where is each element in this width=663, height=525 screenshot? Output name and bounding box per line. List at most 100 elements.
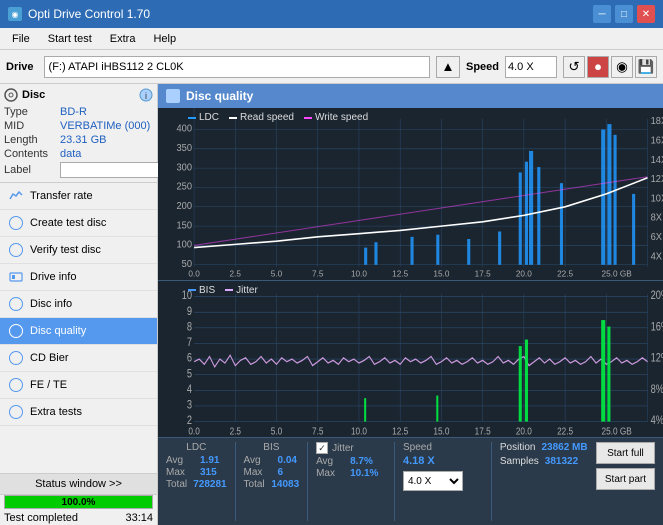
svg-text:18X: 18X	[651, 116, 663, 127]
content-area: Disc quality LDC Read speed Wr	[158, 84, 663, 525]
transfer-rate-icon	[8, 188, 24, 204]
svg-text:i: i	[145, 91, 147, 101]
minimize-button[interactable]: ─	[593, 5, 611, 23]
sidebar: Disc i Type BD-R MID VERBATIMe (000) Len…	[0, 84, 158, 525]
svg-text:22.5: 22.5	[557, 268, 573, 278]
speed-select[interactable]: 4.0 X	[505, 56, 557, 78]
svg-text:300: 300	[177, 162, 192, 173]
verify-test-disc-icon	[8, 242, 24, 258]
disc-info-icon	[8, 296, 24, 312]
disc-label-label: Label	[4, 164, 56, 176]
svg-text:2.5: 2.5	[230, 424, 241, 436]
svg-text:250: 250	[177, 181, 192, 192]
bis-max: 6	[278, 467, 284, 478]
disc-type-label: Type	[4, 106, 56, 118]
speed-icon-btn-4[interactable]: 💾	[635, 56, 657, 78]
nav-item-drive-info[interactable]: Drive info	[0, 264, 157, 291]
jitter-checkbox[interactable]: ✓	[316, 442, 328, 454]
nav-items: Transfer rate Create test disc Verify te…	[0, 183, 157, 426]
speed-icon-btn-2[interactable]: ●	[587, 56, 609, 78]
svg-text:4%: 4%	[651, 414, 663, 427]
menu-file[interactable]: File	[4, 31, 38, 47]
total-label-bis: Total	[244, 479, 268, 490]
max-label-jitter: Max	[316, 468, 346, 479]
nav-item-transfer-rate[interactable]: Transfer rate	[0, 183, 157, 210]
close-button[interactable]: ✕	[637, 5, 655, 23]
svg-text:12.5: 12.5	[392, 424, 408, 436]
nav-item-disc-quality[interactable]: Disc quality	[0, 318, 157, 345]
svg-text:7.5: 7.5	[312, 268, 324, 278]
nav-disc-info-label: Disc info	[30, 298, 72, 310]
position-value: 23862 MB	[541, 442, 587, 453]
title-bar: ◉ Opti Drive Control 1.70 ─ □ ✕	[0, 0, 663, 28]
svg-text:5.0: 5.0	[271, 268, 283, 278]
nav-item-fe-te[interactable]: FE / TE	[0, 372, 157, 399]
svg-text:9: 9	[187, 305, 192, 318]
chart-top-svg: 400 350 300 250 200 150 100 50 18X 16X 1…	[158, 108, 663, 280]
bis-avg: 0.04	[278, 455, 297, 466]
start-part-button[interactable]: Start part	[596, 468, 655, 490]
fe-te-icon	[8, 377, 24, 393]
drive-select[interactable]: (F:) ATAPI iHBS112 2 CL0K	[44, 56, 430, 78]
avg-label-jitter: Avg	[316, 456, 346, 467]
menu-extra[interactable]: Extra	[102, 31, 144, 47]
nav-transfer-rate-label: Transfer rate	[30, 190, 93, 202]
menu-help[interactable]: Help	[145, 31, 184, 47]
bis-total: 14083	[271, 479, 299, 490]
svg-text:4: 4	[187, 383, 192, 396]
svg-text:10.0: 10.0	[351, 424, 367, 436]
svg-text:17.5: 17.5	[475, 424, 491, 436]
disc-type-value: BD-R	[60, 106, 87, 118]
disc-panel-icon	[4, 88, 18, 102]
speed-icon-btn-3[interactable]: ◉	[611, 56, 633, 78]
ldc-total: 728281	[193, 479, 226, 490]
svg-text:12X: 12X	[651, 174, 663, 185]
jitter-header: Jitter	[332, 443, 354, 454]
legend-write-speed: Write speed	[315, 112, 368, 123]
speed-label: Speed	[466, 61, 499, 73]
speed-dropdown[interactable]: 4.0 X	[403, 471, 463, 491]
disc-expand-icon[interactable]: i	[139, 88, 153, 102]
samples-value: 381322	[545, 456, 578, 467]
svg-text:5.0: 5.0	[271, 424, 282, 436]
speed-avg-val: 4.18 X	[403, 455, 435, 467]
start-full-button[interactable]: Start full	[596, 442, 655, 464]
position-label: Position	[500, 442, 536, 453]
drive-eject-button[interactable]: ▲	[436, 56, 460, 78]
menu-start-test[interactable]: Start test	[40, 31, 100, 47]
status-window-button[interactable]: Status window >>	[0, 474, 157, 495]
disc-contents-value: data	[60, 148, 81, 160]
svg-text:20%: 20%	[651, 289, 663, 302]
chart-header: Disc quality	[158, 84, 663, 108]
svg-text:12.5: 12.5	[392, 268, 408, 278]
status-text: Test completed	[4, 512, 78, 524]
jitter-avg: 8.7%	[350, 456, 373, 467]
svg-text:150: 150	[177, 220, 192, 231]
svg-text:14X: 14X	[651, 155, 663, 166]
nav-item-extra-tests[interactable]: Extra tests	[0, 399, 157, 426]
chart-top: LDC Read speed Write speed	[158, 108, 663, 281]
maximize-button[interactable]: □	[615, 5, 633, 23]
progress-text: 100.0%	[5, 496, 152, 508]
svg-text:10X: 10X	[651, 193, 663, 204]
speed-icon-btn-1[interactable]: ↺	[563, 56, 585, 78]
legend-read-speed: Read speed	[240, 112, 294, 123]
chart-title: Disc quality	[186, 89, 253, 103]
svg-text:12%: 12%	[651, 352, 663, 365]
nav-item-cd-bier[interactable]: CD Bier	[0, 345, 157, 372]
nav-item-create-test-disc[interactable]: Create test disc	[0, 210, 157, 237]
nav-item-disc-info[interactable]: Disc info	[0, 291, 157, 318]
status-time: 33:14	[125, 512, 153, 524]
svg-text:350: 350	[177, 143, 192, 154]
disc-mid-label: MID	[4, 120, 56, 132]
nav-item-verify-test-disc[interactable]: Verify test disc	[0, 237, 157, 264]
svg-text:0.0: 0.0	[188, 424, 199, 436]
svg-text:15.0: 15.0	[433, 424, 449, 436]
chart-bottom-legend: BIS Jitter	[188, 285, 258, 296]
svg-text:0.0: 0.0	[188, 268, 200, 278]
create-test-disc-icon	[8, 215, 24, 231]
svg-text:16X: 16X	[651, 135, 663, 146]
max-label-ldc: Max	[166, 467, 196, 478]
drive-bar: Drive (F:) ATAPI iHBS112 2 CL0K ▲ Speed …	[0, 50, 663, 84]
legend-bis: BIS	[199, 285, 215, 296]
